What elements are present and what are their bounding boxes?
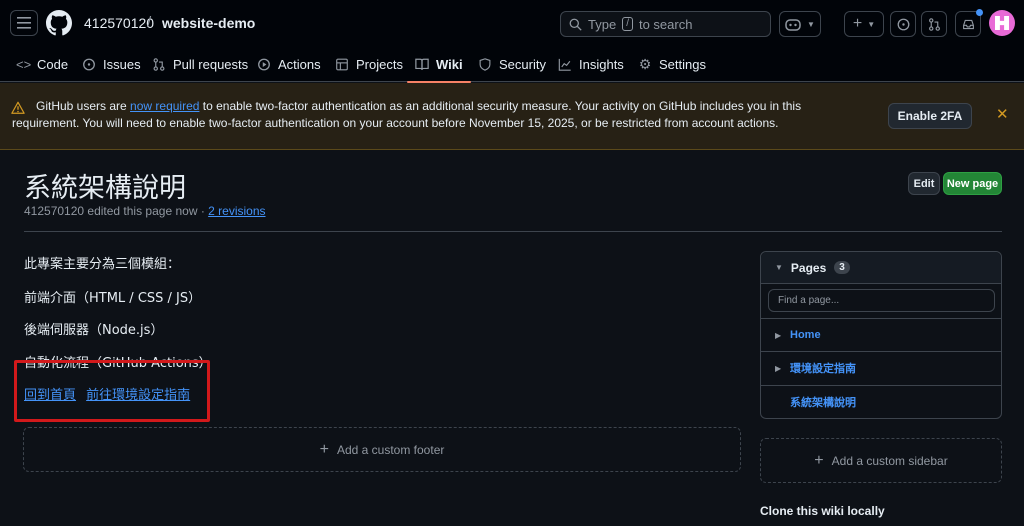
search-shortcut-key: / (622, 17, 633, 31)
tab-label: Settings (659, 56, 706, 72)
issue-icon (897, 18, 909, 30)
banner-text-before: GitHub users are (36, 99, 131, 113)
edit-button[interactable]: Edit (908, 172, 940, 195)
tab-insights[interactable]: Insights (558, 46, 624, 82)
add-custom-sidebar[interactable]: + Add a custom sidebar (760, 438, 1002, 483)
breadcrumb-owner[interactable]: 412570120 (84, 15, 154, 31)
copilot-button[interactable]: ▼ (779, 11, 821, 37)
tab-issues[interactable]: Issues (82, 46, 141, 82)
sidebar-item-home[interactable]: ▶ Home (761, 318, 1001, 351)
search-suffix: to search (638, 16, 693, 32)
add-custom-footer[interactable]: + Add a custom footer (23, 427, 741, 472)
play-icon (258, 58, 270, 70)
book-icon (415, 58, 429, 70)
tab-settings[interactable]: ⚙ Settings (638, 46, 706, 82)
issue-icon (83, 58, 95, 70)
sidebar-item-setup-guide[interactable]: ▶ 環境設定指南 (761, 351, 1001, 384)
sidebar-item-architecture[interactable]: 系統架構說明 (761, 385, 1001, 418)
chevron-down-icon: ▼ (867, 19, 876, 29)
find-page-input[interactable]: Find a page... (768, 289, 995, 312)
menu-button[interactable] (10, 10, 38, 36)
pull-request-icon (928, 17, 940, 31)
divider (24, 231, 1002, 232)
paragraph-intro: 此專案主要分為三個模組： (24, 257, 181, 272)
search-icon (569, 18, 582, 31)
gear-icon: ⚙ (638, 55, 652, 72)
tab-projects[interactable]: Projects (335, 46, 403, 82)
inbox-icon (962, 19, 974, 29)
notification-dot (976, 9, 983, 16)
breadcrumb-repo[interactable]: website-demo (162, 15, 255, 31)
code-icon: <> (16, 56, 32, 72)
issues-button[interactable] (890, 11, 916, 37)
plus-icon: + (814, 451, 824, 469)
github-logo-icon[interactable] (46, 10, 72, 36)
now-required-link[interactable]: now required (130, 99, 199, 113)
pages-panel: ▼ Pages 3 Find a page... ▶ Home ▶ 環境設定指南… (760, 251, 1002, 419)
page-title: 系統架構說明 (24, 173, 186, 204)
table-icon (336, 58, 348, 70)
pages-label: Pages (790, 260, 827, 275)
clone-heading: Clone this wiki locally (760, 504, 885, 518)
tab-label: Insights (579, 56, 624, 72)
page-meta: 412570120 edited this page now · 2 revis… (24, 204, 266, 218)
breadcrumb-separator: / (147, 14, 152, 31)
pages-header[interactable]: ▼ Pages 3 (761, 252, 1001, 284)
paragraph-frontend: 前端介面（HTML / CSS / JS） (24, 291, 202, 306)
create-new-button[interactable]: + ▼ (844, 11, 884, 37)
chevron-right-icon: ▶ (775, 330, 782, 340)
close-icon[interactable]: ✕ (996, 105, 1009, 123)
tab-code[interactable]: <> Code (16, 46, 68, 82)
tab-label: Pull requests (173, 56, 249, 72)
tab-label: Projects (356, 56, 403, 72)
repo-nav: <> Code Issues Pull requests Actions Pro… (0, 46, 1024, 83)
enable-2fa-button[interactable]: Enable 2FA (888, 103, 972, 129)
tab-label: Security (499, 56, 546, 72)
tab-label: Actions (278, 56, 321, 72)
add-sidebar-label: Add a custom sidebar (831, 453, 948, 468)
avatar[interactable] (989, 10, 1015, 36)
pages-count-badge: 3 (834, 261, 850, 274)
revisions-link[interactable]: 2 revisions (208, 204, 265, 218)
add-footer-label: Add a custom footer (336, 442, 445, 457)
search-prefix: Type (588, 16, 617, 32)
tab-actions[interactable]: Actions (257, 46, 321, 82)
chevron-down-icon: ▼ (775, 263, 783, 272)
tab-security[interactable]: Security (478, 46, 546, 82)
chevron-right-icon: ▶ (775, 363, 782, 373)
graph-icon (558, 58, 571, 71)
page-link[interactable]: 系統架構說明 (790, 394, 856, 410)
shield-icon (479, 57, 491, 71)
search-input[interactable]: Type / to search (560, 11, 771, 37)
page-link[interactable]: Home (790, 329, 821, 341)
global-header: 412570120 / website-demo Type / to searc… (0, 0, 1024, 46)
paragraph-backend: 後端伺服器（Node.js） (24, 323, 164, 338)
page-link[interactable]: 環境設定指南 (790, 360, 856, 376)
new-page-button[interactable]: New page (943, 172, 1002, 195)
tab-label: Wiki (436, 56, 463, 72)
tab-wiki[interactable]: Wiki (407, 46, 471, 83)
chevron-down-icon: ▼ (807, 19, 815, 29)
banner-message: GitHub users are now required to enable … (12, 98, 867, 132)
edit-info: 412570120 edited this page now · (24, 204, 209, 218)
plus-icon: + (852, 15, 863, 32)
two-factor-banner: GitHub users are now required to enable … (0, 83, 1024, 150)
highlight-box (14, 360, 210, 422)
copilot-icon (785, 19, 801, 31)
tab-pull-requests[interactable]: Pull requests (152, 46, 248, 82)
hamburger-icon (17, 17, 31, 29)
pull-request-icon (153, 57, 165, 71)
tab-label: Issues (103, 56, 141, 72)
tab-label: Code (37, 56, 69, 72)
plus-icon: + (319, 440, 329, 458)
pull-requests-button[interactable] (921, 11, 947, 37)
